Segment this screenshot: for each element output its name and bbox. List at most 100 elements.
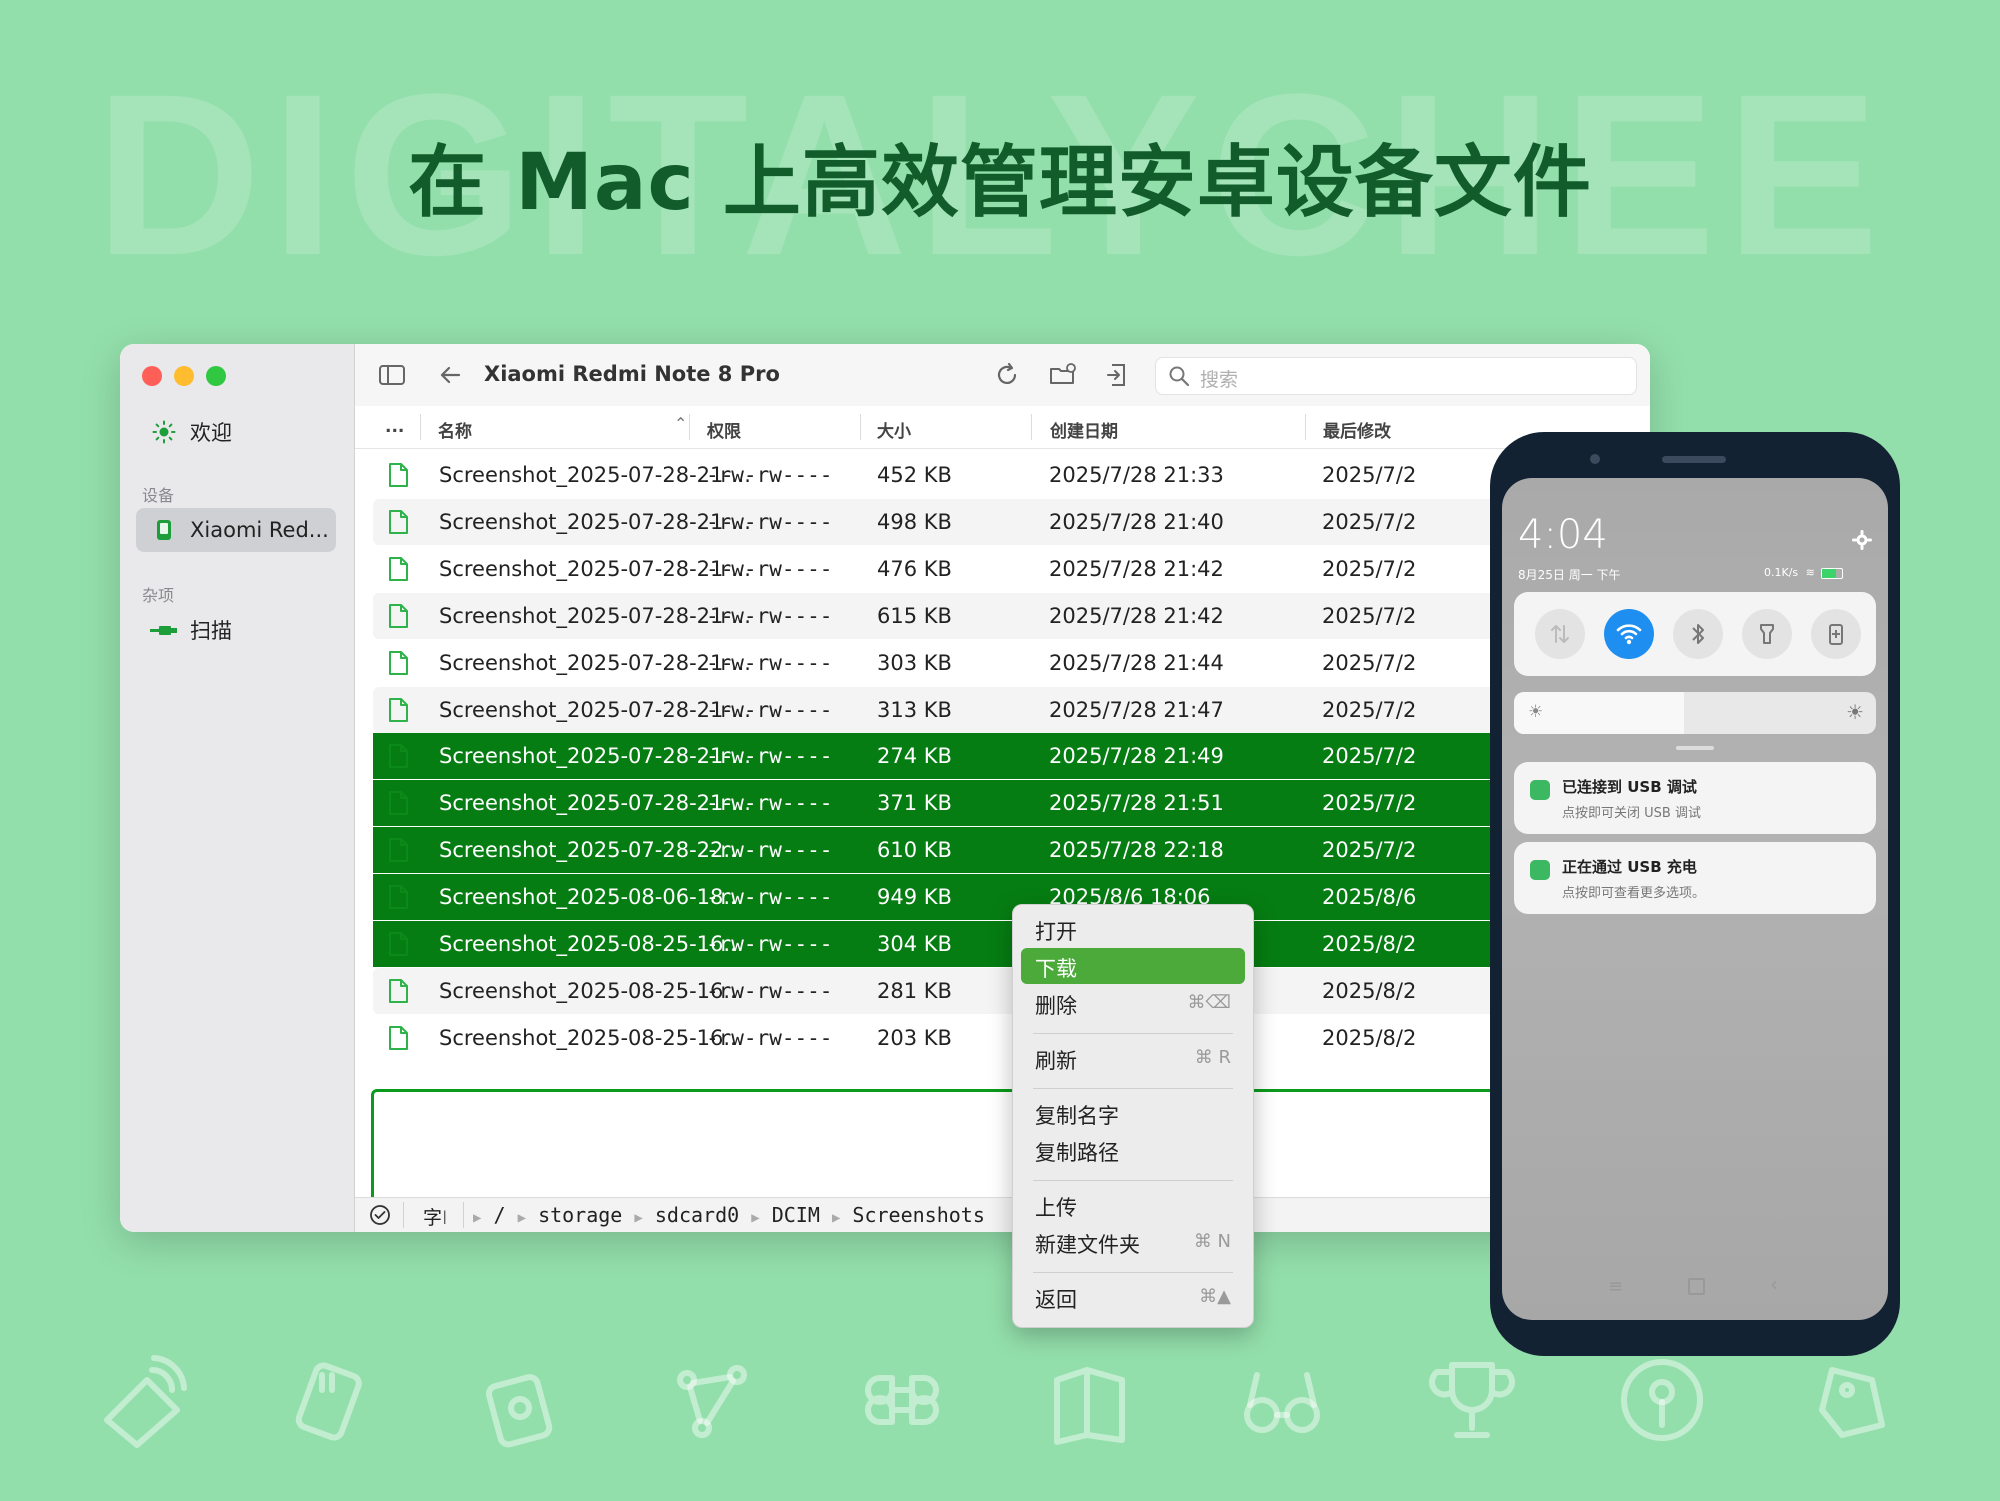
- shortcut-label: ⌘▲: [1199, 1286, 1231, 1307]
- column-permissions[interactable]: 权限: [707, 417, 741, 442]
- flashlight-toggle[interactable]: [1742, 609, 1792, 659]
- column-modified[interactable]: 最后修改: [1323, 417, 1391, 442]
- document-icon: [387, 931, 409, 957]
- sidebar-toggle-icon[interactable]: [377, 360, 407, 390]
- breadcrumb: ▶ / ▶ storage ▶ sdcard0 ▶ DCIM ▶ Screens…: [473, 1203, 985, 1227]
- table-row[interactable]: Screenshot_2025-07-28-21-... -rw-rw---- 49…: [373, 499, 1650, 545]
- brightness-slider[interactable]: ☀ ☀: [1514, 692, 1876, 734]
- close-window-button[interactable]: [142, 366, 162, 386]
- back-arrow-icon[interactable]: [435, 360, 465, 390]
- file-name: Screenshot_2025-07-28-21-...: [439, 604, 751, 628]
- upload-icon[interactable]: [1103, 360, 1133, 390]
- breadcrumb-item[interactable]: Screenshots: [852, 1203, 984, 1227]
- text-cursor-icon[interactable]: 字I: [423, 1203, 448, 1230]
- table-row[interactable]: Screenshot_2025-07-28-22... -rw-rw---- 610…: [373, 827, 1650, 873]
- file-created: 2025/7/28 22:18: [1049, 838, 1224, 862]
- column-created[interactable]: 创建日期: [1050, 417, 1118, 442]
- file-size: 371 KB: [877, 791, 952, 815]
- menu-item-open[interactable]: 打开: [1021, 911, 1245, 947]
- table-row[interactable]: Screenshot_2025-07-28-21-... -rw-rw---- 47…: [373, 546, 1650, 592]
- file-created: 2025/7/28 21:49: [1049, 744, 1224, 768]
- column-size[interactable]: 大小: [877, 417, 911, 442]
- file-size: 274 KB: [877, 744, 952, 768]
- menu-item-delete[interactable]: 删除 ⌘⌫: [1021, 985, 1245, 1021]
- app-window: 欢迎 设备 Xiaomi Red... 杂项 扫描 Xiaomi Redmi N…: [120, 344, 1650, 1232]
- gear-icon[interactable]: [1852, 530, 1872, 554]
- file-modified: 2025/7/2: [1322, 838, 1417, 862]
- battery-icon: [1821, 567, 1844, 579]
- bluetooth-icon: [1692, 624, 1704, 644]
- new-folder-icon[interactable]: [1048, 360, 1078, 390]
- check-circle-icon[interactable]: [369, 1204, 391, 1231]
- drag-handle[interactable]: [1676, 746, 1714, 750]
- menu-item-new-folder[interactable]: 新建文件夹 ⌘ N: [1021, 1224, 1245, 1260]
- table-row[interactable]: Screenshot_2025-07-28-21-... -rw-rw---- 45…: [373, 452, 1650, 498]
- file-name: Screenshot_2025-08-25-16...: [439, 1026, 744, 1050]
- zoom-window-button[interactable]: [206, 366, 226, 386]
- command-icon: [865, 1375, 939, 1425]
- file-modified: 2025/8/2: [1322, 1026, 1417, 1050]
- quick-settings: [1514, 592, 1876, 676]
- notification-usb-debugging[interactable]: 已连接到 USB 调试 点按即可关闭 USB 调试: [1514, 762, 1876, 834]
- search-input[interactable]: 搜索: [1155, 357, 1637, 395]
- table-row[interactable]: Screenshot_2025-07-28-21-... -rw-rw---- 61…: [373, 593, 1650, 639]
- file-permissions: -rw-rw----: [706, 463, 833, 487]
- nav-menu-icon[interactable]: ≡: [1608, 1276, 1623, 1297]
- table-row[interactable]: Screenshot_2025-07-28-21-... -rw-rw---- 37…: [373, 780, 1650, 826]
- nav-home-icon[interactable]: [1688, 1278, 1705, 1295]
- sidebar-item-welcome[interactable]: 欢迎: [136, 410, 336, 454]
- menu-item-back[interactable]: 返回 ⌘▲: [1021, 1279, 1245, 1315]
- file-name: Screenshot_2025-07-28-21-...: [439, 791, 751, 815]
- file-size: 303 KB: [877, 651, 952, 675]
- sidebar-item-label: Xiaomi Red...: [190, 518, 329, 542]
- column-more[interactable]: ...: [385, 417, 404, 437]
- file-size: 498 KB: [877, 510, 952, 534]
- minimize-window-button[interactable]: [174, 366, 194, 386]
- battery-saver-toggle[interactable]: [1811, 609, 1861, 659]
- brightness-high-icon: ☀: [1846, 700, 1864, 724]
- file-name: Screenshot_2025-08-25-16...: [439, 979, 744, 1003]
- menu-item-copy-path[interactable]: 复制路径: [1021, 1132, 1245, 1168]
- refresh-icon[interactable]: [992, 360, 1022, 390]
- earpiece: [1662, 456, 1726, 463]
- data-toggle[interactable]: [1535, 609, 1585, 659]
- file-size: 313 KB: [877, 698, 952, 722]
- decorative-icons: [80, 1350, 1940, 1460]
- table-row[interactable]: Screenshot_2025-07-28-21-... -rw-rw---- 31…: [373, 687, 1650, 733]
- phone-icon: [150, 519, 178, 541]
- menu-item-copy-name[interactable]: 复制名字: [1021, 1095, 1245, 1131]
- file-created: 2025/7/28 21:33: [1049, 463, 1224, 487]
- table-row[interactable]: Screenshot_2025-07-28-21-... -rw-rw---- 30…: [373, 640, 1650, 686]
- wifi-toggle[interactable]: [1604, 609, 1654, 659]
- breadcrumb-item[interactable]: /: [493, 1203, 505, 1227]
- notification-usb-charging[interactable]: 正在通过 USB 充电 点按即可查看更多选项。: [1514, 842, 1876, 914]
- menu-item-refresh[interactable]: 刷新 ⌘ R: [1021, 1040, 1245, 1076]
- file-size: 452 KB: [877, 463, 952, 487]
- file-modified: 2025/7/2: [1322, 651, 1417, 675]
- breadcrumb-item[interactable]: storage: [538, 1203, 622, 1227]
- column-name[interactable]: 名称: [438, 417, 472, 442]
- android-icon: [1530, 860, 1550, 880]
- sidebar-item-device[interactable]: Xiaomi Red...: [136, 508, 336, 552]
- lock-tag-icon: [485, 1374, 553, 1448]
- file-name: Screenshot_2025-07-28-21-...: [439, 651, 751, 675]
- headline: 在 Mac 上高效管理安卓设备文件: [408, 138, 1592, 228]
- table-row[interactable]: Screenshot_2025-07-28-21-... -rw-rw---- 27…: [373, 733, 1650, 779]
- document-icon: [387, 650, 409, 676]
- menu-item-download[interactable]: 下载: [1021, 948, 1245, 984]
- sort-ascending-icon[interactable]: ⌃: [674, 414, 687, 433]
- file-modified: 2025/7/2: [1322, 463, 1417, 487]
- nav-back-icon[interactable]: ‹: [1770, 1272, 1778, 1296]
- breadcrumb-item[interactable]: DCIM: [772, 1203, 820, 1227]
- android-icon: [1530, 780, 1550, 800]
- breadcrumb-item[interactable]: sdcard0: [655, 1203, 739, 1227]
- bluetooth-toggle[interactable]: [1673, 609, 1723, 659]
- shortcut-label: ⌘ N: [1193, 1231, 1231, 1252]
- file-name: Screenshot_2025-07-28-21-...: [439, 510, 751, 534]
- menu-item-upload[interactable]: 上传: [1021, 1187, 1245, 1223]
- file-permissions: -rw-rw----: [706, 1026, 833, 1050]
- sidebar-item-scan[interactable]: 扫描: [136, 608, 336, 652]
- file-created: 2025/7/28 21:44: [1049, 651, 1224, 675]
- status-bar: 字I ▶ / ▶ storage ▶ sdcard0 ▶ DCIM ▶ Scre…: [355, 1197, 1650, 1232]
- phone-screen: 4:04 8月25日 周一 下午 0.1K/s ≋ ☀ ☀ 已连接到 USB 调…: [1502, 478, 1888, 1320]
